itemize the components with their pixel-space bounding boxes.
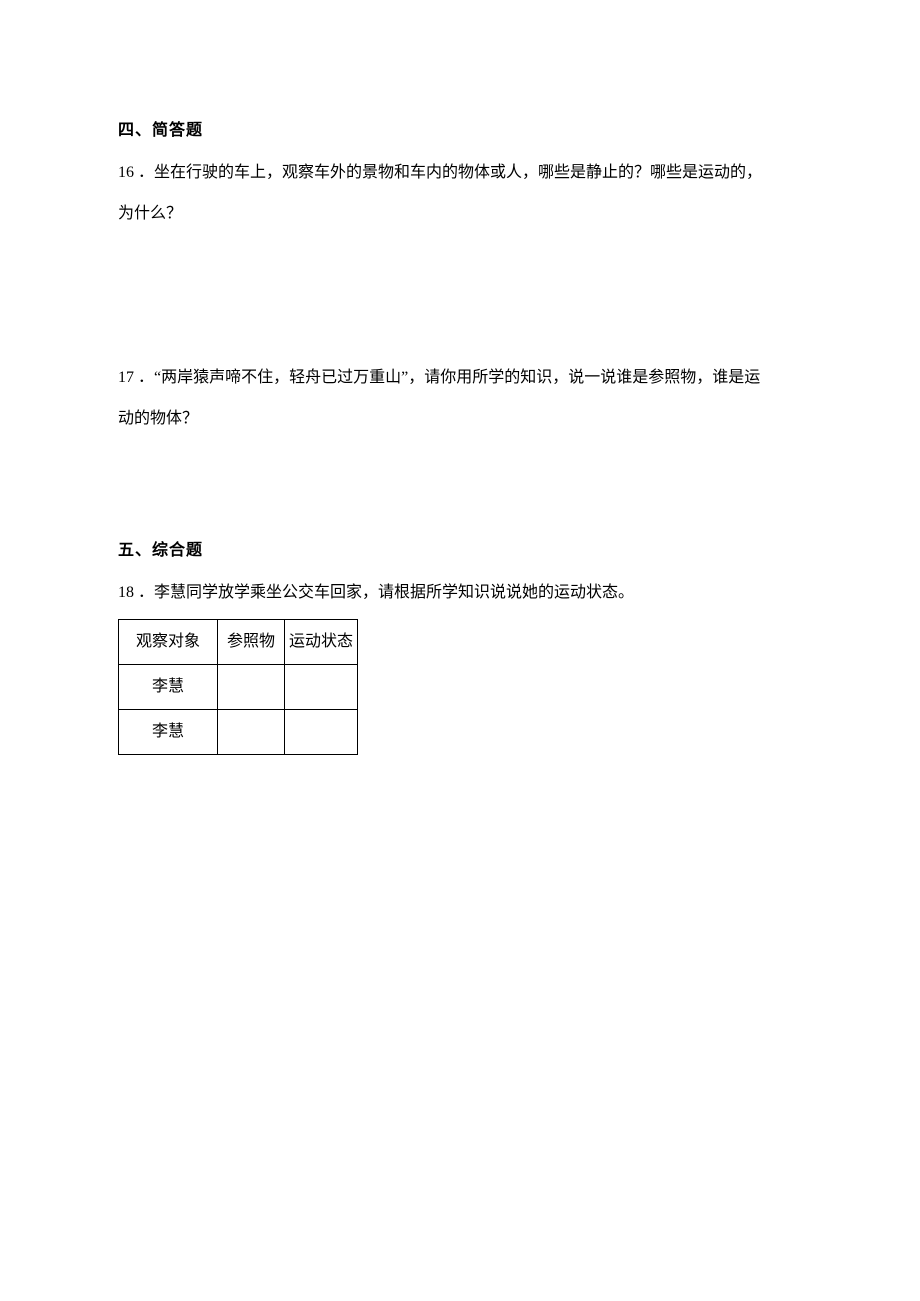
table-cell-reference [218, 710, 285, 755]
table-header-reference: 参照物 [218, 620, 285, 665]
question-16: 16 ． 坐在行驶的车上，观察车外的景物和车内的物体或人，哪些是静止的？哪些是运… [118, 152, 810, 194]
question-18: 18 ． 李慧同学放学乘坐公交车回家，请根据所学知识说说她的运动状态。 [118, 572, 810, 614]
table-cell-subject: 李慧 [119, 710, 218, 755]
table-header-state: 运动状态 [285, 620, 358, 665]
answer-table: 观察对象 参照物 运动状态 李慧 李慧 [118, 619, 358, 755]
question-17-number: 17 ． [118, 357, 154, 399]
document-page: 四、简答题 16 ． 坐在行驶的车上，观察车外的景物和车内的物体或人，哪些是静止… [0, 0, 920, 1301]
section-4-heading: 四、简答题 [118, 110, 810, 152]
table-cell-state [285, 710, 358, 755]
table-row: 李慧 [119, 665, 358, 710]
answer-space-17 [118, 440, 810, 530]
question-16-number: 16 ． [118, 152, 154, 194]
question-17-text-line2: 动的物体？ [118, 398, 810, 440]
table-cell-state [285, 665, 358, 710]
question-17: 17 ． “两岸猿声啼不住，轻舟已过万重山”，请你用所学的知识，说一说谁是参照物… [118, 357, 810, 399]
question-16-text-line2: 为什么？ [118, 193, 810, 235]
question-17-text-line1: “两岸猿声啼不住，轻舟已过万重山”，请你用所学的知识，说一说谁是参照物，谁是运 [154, 357, 760, 399]
table-row: 观察对象 参照物 运动状态 [119, 620, 358, 665]
table-cell-subject: 李慧 [119, 665, 218, 710]
answer-space-16 [118, 235, 810, 357]
section-5-heading: 五、综合题 [118, 530, 810, 572]
table-row: 李慧 [119, 710, 358, 755]
table-cell-reference [218, 665, 285, 710]
table-header-subject: 观察对象 [119, 620, 218, 665]
question-18-number: 18 ． [118, 572, 154, 614]
question-18-text: 李慧同学放学乘坐公交车回家，请根据所学知识说说她的运动状态。 [154, 572, 634, 614]
question-16-text-line1: 坐在行驶的车上，观察车外的景物和车内的物体或人，哪些是静止的？哪些是运动的， [154, 152, 762, 194]
